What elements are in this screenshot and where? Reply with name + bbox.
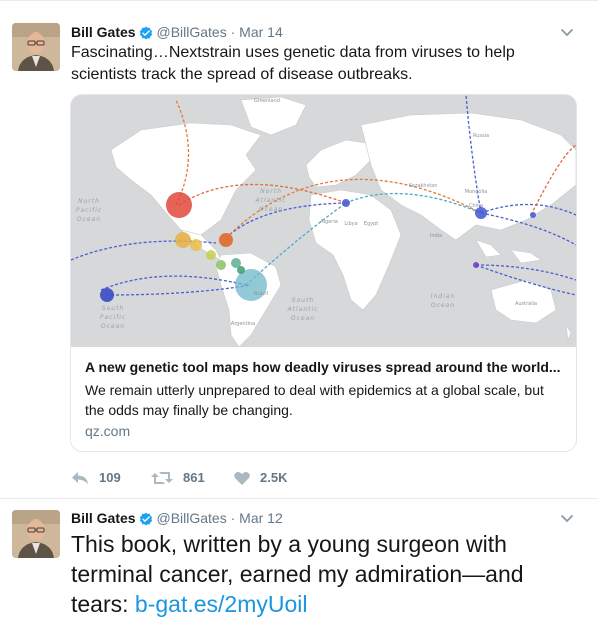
like-button[interactable]: 2.5K	[234, 468, 287, 488]
retweet-count: 861	[183, 470, 205, 485]
map-label-mongolia: Mongolia	[465, 189, 488, 195]
reply-icon	[71, 470, 99, 485]
map-label-indian: Indian	[431, 293, 456, 300]
map-label-kazakhstan: Kazakhstan	[409, 183, 438, 189]
reply-count: 109	[99, 470, 121, 485]
avatar-photo	[12, 510, 60, 558]
tweet-date[interactable]: Mar 12	[239, 510, 283, 526]
author-handle[interactable]: @BillGates	[156, 24, 226, 40]
card-title[interactable]: A new genetic tool maps how deadly virus…	[85, 357, 569, 377]
map-label-north-pacific-2: Pacific	[76, 207, 102, 214]
tweet[interactable]: Bill Gates @BillGates · Mar 14 Fascinati…	[0, 0, 598, 499]
reply-button[interactable]: 109	[71, 468, 121, 488]
like-count: 2.5K	[260, 470, 288, 485]
card-domain: qz.com	[85, 423, 131, 439]
map-label-china: China	[469, 203, 483, 209]
caret-down-icon[interactable]	[560, 511, 574, 529]
map-label-india: India	[430, 233, 442, 239]
map-label-south-atlantic: South	[292, 297, 314, 304]
verified-badge-icon	[139, 512, 153, 530]
map-label-egypt: Egypt	[364, 221, 378, 227]
map-label-algeria: Algeria	[320, 219, 338, 225]
map-label-north-atlantic-3: Ocean	[259, 206, 283, 213]
author-name[interactable]: Bill Gates	[71, 24, 136, 40]
avatar-photo	[12, 23, 60, 71]
tweet[interactable]: Bill Gates @BillGates · Mar 12 This book…	[0, 498, 598, 631]
map-label-australia: Australia	[515, 301, 537, 307]
map-label-south-pacific-2: Pacific	[100, 314, 126, 321]
tweet-header: Bill Gates @BillGates · Mar 12	[71, 509, 283, 527]
heart-icon	[234, 470, 260, 485]
map-label-south-atlantic-3: Ocean	[291, 315, 315, 322]
map-label-north-atlantic-2: Atlantic	[255, 197, 287, 204]
map-label-north-pacific-3: Ocean	[77, 216, 101, 223]
retweet-icon	[151, 470, 183, 485]
avatar[interactable]	[12, 510, 60, 558]
map-label-indian-2: Ocean	[431, 302, 455, 309]
map-label-greenland: Greenland	[254, 98, 280, 104]
card-description: We remain utterly unprepared to deal wit…	[85, 382, 544, 418]
tweet-text: Fascinating…Nextstrain uses genetic data…	[71, 44, 515, 83]
caret-down-icon[interactable]	[560, 25, 574, 43]
map-label-russia: Russia	[473, 133, 489, 139]
map-label-south-atlantic-2: Atlantic	[287, 306, 319, 313]
map-label-south-pacific: South	[102, 305, 124, 312]
author-name[interactable]: Bill Gates	[71, 510, 136, 526]
map-label-libya: Libya	[344, 221, 357, 227]
avatar[interactable]	[12, 23, 60, 71]
retweet-button[interactable]: 861	[151, 468, 205, 488]
link-card[interactable]: North Pacific Ocean North Atlantic Ocean…	[70, 94, 577, 452]
separator-dot: ·	[230, 24, 236, 40]
map-label-north-pacific: North	[78, 198, 100, 205]
tweet-link[interactable]: b-gat.es/2myUoil	[135, 591, 308, 617]
tweet-header: Bill Gates @BillGates · Mar 14	[71, 23, 283, 41]
card-map-image: North Pacific Ocean North Atlantic Ocean…	[71, 95, 576, 348]
map-label-north-atlantic: North	[260, 188, 282, 195]
tweet-text: This book, written by a young surgeon wi…	[71, 529, 581, 619]
separator-dot: ·	[230, 510, 236, 526]
author-handle[interactable]: @BillGates	[156, 510, 226, 526]
map-label-brazil: Brazil	[254, 291, 268, 297]
map-label-argentina: Argentina	[231, 321, 255, 327]
map-label-south-pacific-3: Ocean	[101, 323, 125, 330]
tweet-date[interactable]: Mar 14	[239, 24, 283, 40]
